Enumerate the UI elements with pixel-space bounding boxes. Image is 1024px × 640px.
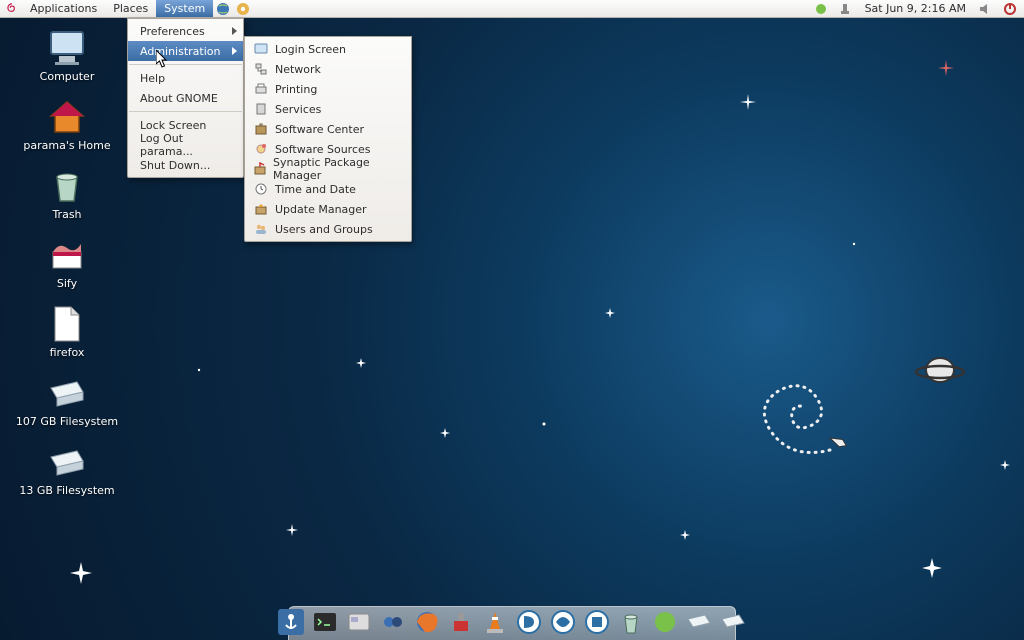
dock-ooo-writer[interactable] (515, 608, 543, 636)
admin-services[interactable]: Services (245, 99, 411, 119)
cursor-icon (156, 50, 170, 70)
synaptic-icon (253, 161, 267, 177)
debian-logo-icon (4, 1, 20, 17)
menu-administration[interactable]: Administration (128, 41, 243, 61)
dock (277, 608, 747, 636)
desktop-trash[interactable]: Trash (12, 166, 122, 221)
admin-software-center[interactable]: Software Center (245, 119, 411, 139)
clock-icon (253, 181, 269, 197)
sify-icon (45, 235, 89, 275)
trash-icon (45, 166, 89, 206)
desktop-sify[interactable]: Sify (12, 235, 122, 290)
menu-applications[interactable]: Applications (22, 0, 105, 17)
dock-home[interactable] (651, 608, 679, 636)
desktop-fs-13[interactable]: 13 GB Filesystem (12, 442, 122, 497)
admin-update-manager[interactable]: Update Manager (245, 199, 411, 219)
planet-decoration (914, 350, 966, 390)
admin-time-date[interactable]: Time and Date (245, 179, 411, 199)
printer-icon (253, 81, 269, 97)
dock-drive2[interactable] (719, 608, 747, 636)
drive-icon (45, 373, 89, 413)
dock-files[interactable] (345, 608, 373, 636)
admin-login-screen[interactable]: Login Screen (245, 39, 411, 59)
tray-shutdown-icon[interactable] (1001, 0, 1019, 18)
system-menu: Preferences Administration Help About GN… (127, 18, 244, 178)
dock-ooo-impress[interactable] (583, 608, 611, 636)
software-center-icon (253, 121, 269, 137)
login-screen-icon (253, 41, 269, 57)
admin-printing[interactable]: Printing (245, 79, 411, 99)
admin-synaptic[interactable]: Synaptic Package Manager (245, 159, 411, 179)
admin-network[interactable]: Network (245, 59, 411, 79)
dock-anchor[interactable] (277, 608, 305, 636)
menu-help[interactable]: Help (128, 68, 243, 88)
dock-ooo-calc[interactable] (549, 608, 577, 636)
admin-users-groups[interactable]: Users and Groups (245, 219, 411, 239)
desktop-firefox-file[interactable]: firefox (12, 304, 122, 359)
top-panel: Applications Places System Sat Jun 9, 2:… (0, 0, 1024, 18)
browser-launcher-icon[interactable] (214, 0, 232, 18)
menu-shut-down[interactable]: Shut Down... (128, 155, 243, 175)
home-icon (45, 97, 89, 137)
swirl-decoration (740, 360, 860, 470)
update-icon (253, 201, 269, 217)
desktop-computer[interactable]: Computer (12, 28, 122, 83)
help-launcher-icon[interactable] (234, 0, 252, 18)
drive-icon (45, 442, 89, 482)
menu-about-gnome[interactable]: About GNOME (128, 88, 243, 108)
computer-icon (45, 28, 89, 68)
tray-network-icon[interactable] (836, 0, 854, 18)
menu-log-out[interactable]: Log Out parama... (128, 135, 243, 155)
tray-presence-icon[interactable] (812, 0, 830, 18)
users-icon (253, 221, 269, 237)
network-icon (253, 61, 269, 77)
menu-places[interactable]: Places (105, 0, 156, 17)
desktop-home[interactable]: parama's Home (12, 97, 122, 152)
services-icon (253, 101, 269, 117)
dock-vlc[interactable] (481, 608, 509, 636)
menu-system[interactable]: System (156, 0, 213, 17)
software-sources-icon (253, 141, 269, 157)
dock-drive1[interactable] (685, 608, 713, 636)
desktop: Computer parama's Home Trash Sify firefo… (12, 28, 122, 511)
administration-submenu: Login Screen Network Printing Services S… (244, 36, 412, 242)
menu-preferences[interactable]: Preferences (128, 21, 243, 41)
dock-firefox[interactable] (413, 608, 441, 636)
clock[interactable]: Sat Jun 9, 2:16 AM (859, 2, 972, 15)
file-icon (45, 304, 89, 344)
desktop-fs-107[interactable]: 107 GB Filesystem (12, 373, 122, 428)
dock-terminal[interactable] (311, 608, 339, 636)
dock-trash[interactable] (617, 608, 645, 636)
tray-volume-icon[interactable] (977, 0, 995, 18)
dock-transmission[interactable] (447, 608, 475, 636)
dock-paint[interactable] (379, 608, 407, 636)
